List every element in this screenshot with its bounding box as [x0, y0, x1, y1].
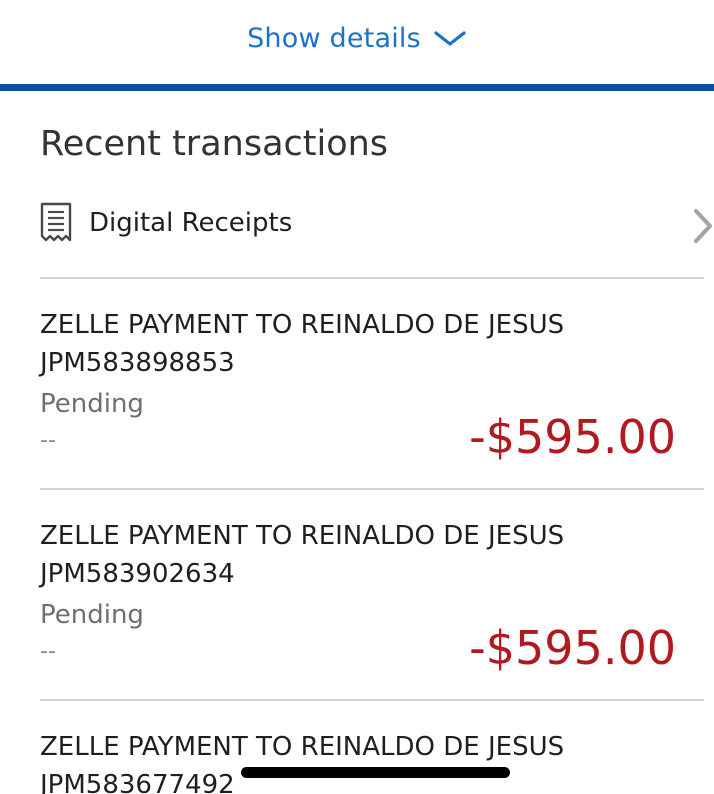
digital-receipts-label: Digital Receipts — [89, 208, 293, 238]
transaction-status: Pending — [40, 600, 144, 630]
show-details-label: Show details — [247, 22, 421, 54]
app-screen: Show details Recent transactions Digital… — [0, 0, 714, 794]
list-divider — [40, 699, 704, 701]
account-header: Show details — [0, 0, 714, 85]
digital-receipts-link[interactable]: Digital Receipts — [40, 200, 714, 250]
section-title: Recent transactions — [40, 124, 389, 164]
show-details-button[interactable]: Show details — [0, 18, 714, 58]
transaction-item[interactable]: ZELLE PAYMENT TO REINALDO DE JESUS JPM58… — [40, 517, 680, 675]
transaction-description: ZELLE PAYMENT TO REINALDO DE JESUS — [40, 732, 565, 762]
header-divider — [0, 84, 714, 91]
home-indicator[interactable] — [241, 767, 510, 778]
transaction-amount: -$595.00 — [469, 621, 676, 675]
list-divider — [40, 277, 704, 279]
transaction-detail: -- — [40, 639, 56, 664]
transaction-description: ZELLE PAYMENT TO REINALDO DE JESUS — [40, 310, 565, 340]
transaction-item[interactable]: ZELLE PAYMENT TO REINALDO DE JESUS JPM58… — [40, 728, 680, 794]
chevron-right-icon — [692, 208, 714, 244]
chevron-down-icon — [433, 29, 467, 49]
transaction-description: ZELLE PAYMENT TO REINALDO DE JESUS — [40, 521, 565, 551]
transaction-detail: -- — [40, 428, 56, 453]
transaction-item[interactable]: ZELLE PAYMENT TO REINALDO DE JESUS JPM58… — [40, 306, 680, 464]
transaction-reference: JPM583898853 — [40, 348, 235, 378]
transaction-amount: -$595.00 — [469, 410, 676, 464]
transaction-status: Pending — [40, 389, 144, 419]
transaction-reference: JPM583902634 — [40, 559, 235, 589]
transaction-reference: JPM583677492 — [40, 770, 235, 794]
receipt-icon — [40, 202, 72, 246]
list-divider — [40, 488, 704, 490]
